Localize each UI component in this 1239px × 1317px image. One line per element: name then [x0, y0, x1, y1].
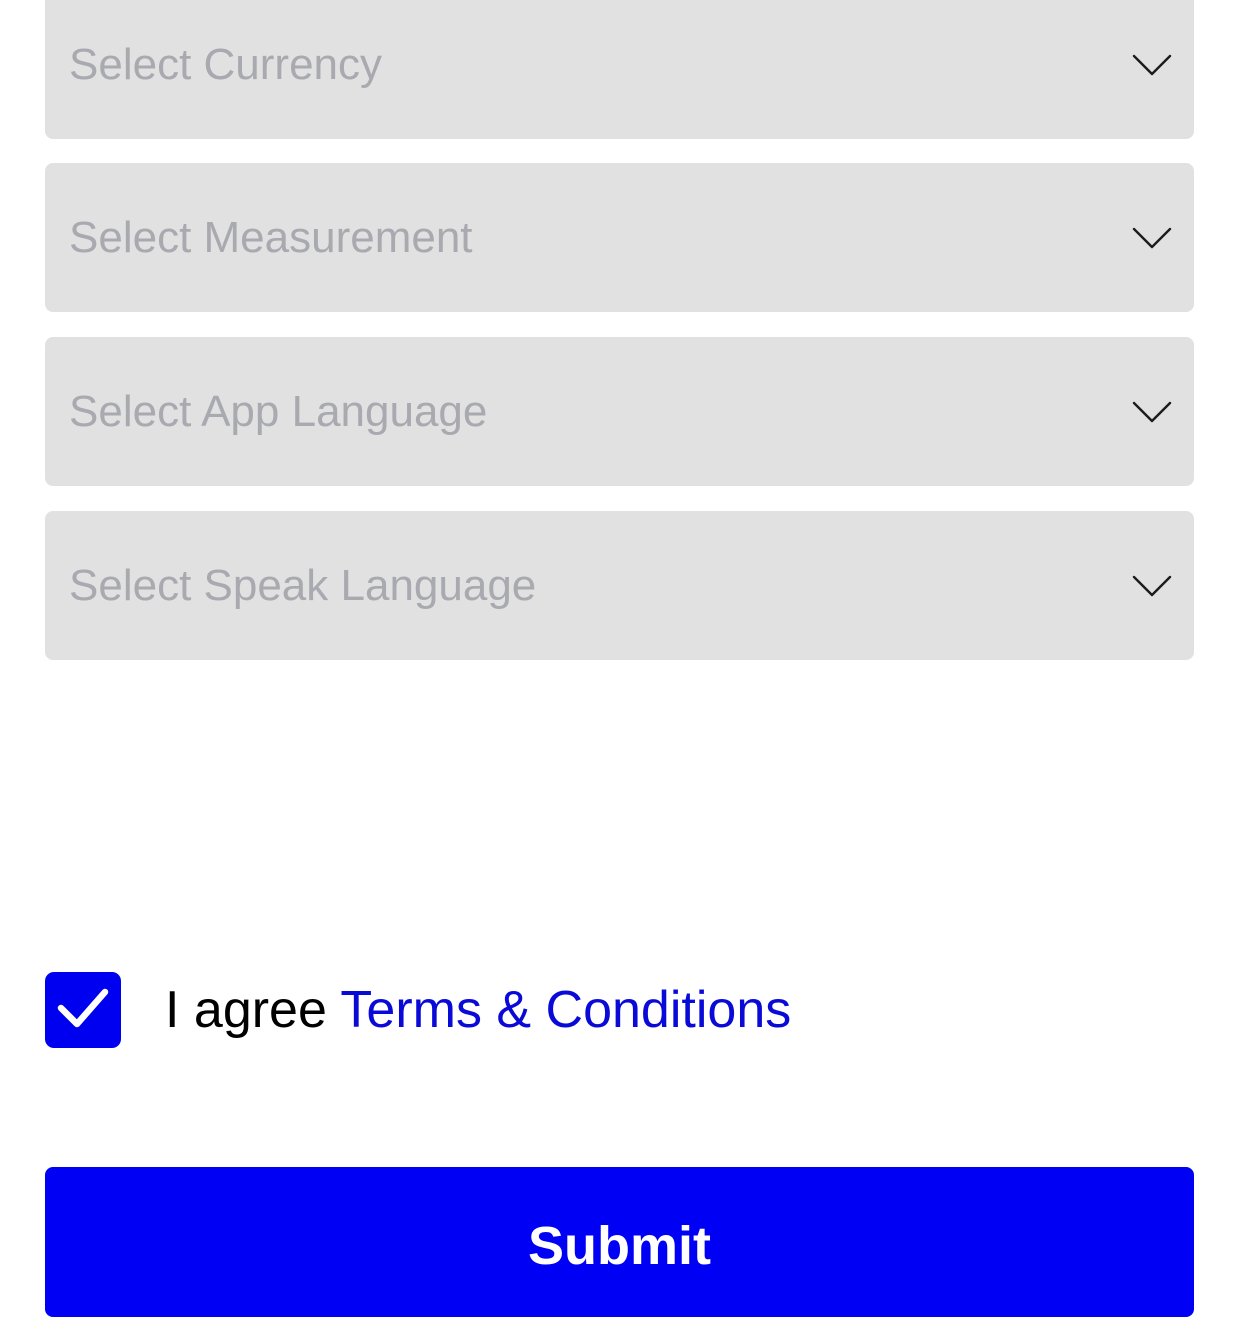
- terms-checkbox[interactable]: [45, 972, 121, 1048]
- chevron-down-icon: [1132, 401, 1172, 423]
- currency-select-placeholder: Select Currency: [69, 39, 383, 89]
- terms-conditions-link[interactable]: Terms & Conditions: [340, 981, 791, 1039]
- chevron-down-icon: [1132, 227, 1172, 249]
- measurement-select-placeholder: Select Measurement: [69, 212, 473, 262]
- terms-agree-row: I agree Terms & Conditions: [45, 972, 791, 1048]
- measurement-select[interactable]: Select Measurement: [45, 163, 1194, 312]
- app-language-select[interactable]: Select App Language: [45, 337, 1194, 486]
- checkmark-icon: [55, 986, 111, 1035]
- chevron-down-icon: [1132, 575, 1172, 597]
- currency-select[interactable]: Select Currency: [45, 0, 1194, 139]
- submit-button[interactable]: Submit: [45, 1167, 1194, 1317]
- speak-language-select-placeholder: Select Speak Language: [69, 560, 537, 610]
- submit-button-label: Submit: [528, 1216, 711, 1276]
- terms-agree-text: I agree Terms & Conditions: [165, 980, 791, 1040]
- agree-prefix: I agree: [165, 981, 327, 1039]
- app-language-select-placeholder: Select App Language: [69, 386, 488, 436]
- chevron-down-icon: [1132, 54, 1172, 76]
- speak-language-select[interactable]: Select Speak Language: [45, 511, 1194, 660]
